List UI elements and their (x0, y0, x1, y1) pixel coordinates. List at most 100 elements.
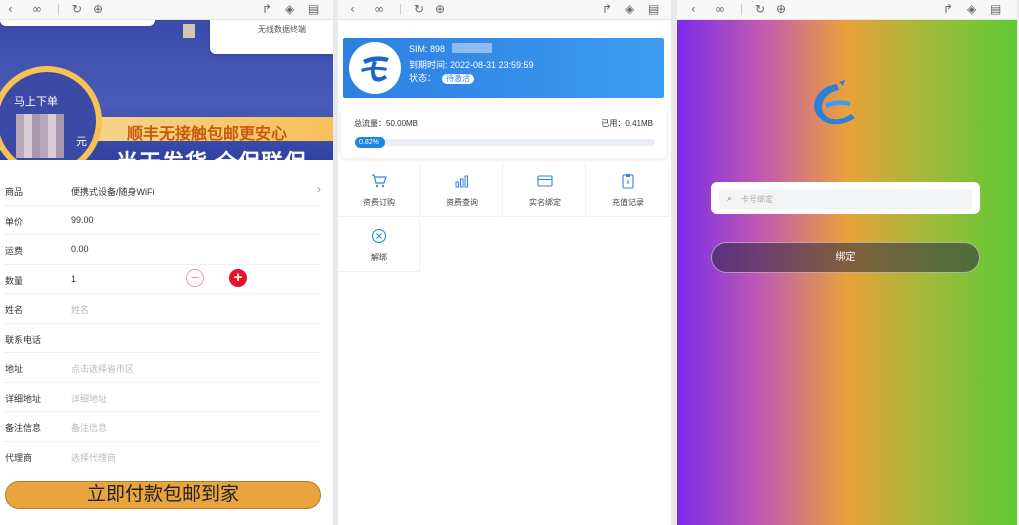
menu-item-realname[interactable]: 实名绑定 (504, 163, 586, 217)
brand-logo-icon (814, 80, 855, 125)
cube-icon[interactable]: ◈ (967, 2, 976, 16)
address-input[interactable]: 详细地址 (71, 392, 107, 405)
field-address[interactable]: 详细地址 详细地址 (4, 383, 321, 412)
sim-info-card: SIM: 898 到期时间: 2022-08-31 23:59:59 状态： 待激… (343, 38, 664, 98)
usage-progress-fill: 0.82% (355, 137, 385, 148)
card-number-input[interactable] (741, 192, 961, 206)
agent-picker[interactable]: 选择代理商 (71, 451, 116, 464)
name-input[interactable]: 姓名 (71, 303, 89, 316)
price-unit: 元 (76, 136, 87, 148)
promo-headline: 当天发货 全保联保 (116, 145, 307, 160)
promo-banner: 无线数据终端 顺丰无接触包邮更安心 当天发货 全保联保 马上下单 元 (0, 20, 333, 160)
browser-toolbar: ‹ ∞ ↻ ⊕ ↱ ◈ ▤ (0, 0, 333, 20)
menu-label: 解绑 (371, 253, 387, 262)
carrier-logo-icon (349, 42, 401, 94)
region-picker[interactable]: 点击选择省市区 (71, 362, 134, 375)
card-icon (537, 175, 553, 187)
device-chip (183, 24, 195, 38)
field-product[interactable]: 商品 便携式设备/随身WiFi › (4, 176, 321, 206)
sim-number: SIM: 898 (409, 44, 446, 54)
share-icon[interactable]: ↱ (943, 2, 953, 16)
bind-panel: ‹ ∞ ↻ ⊕ ↱ ◈ ▤ ⌕ 绑定 (677, 0, 1017, 525)
device-card-label: 无线数据终端 (258, 25, 306, 34)
globe-icon[interactable]: ⊕ (776, 2, 786, 16)
field-region[interactable]: 地址 点击选择省市区 (4, 353, 321, 383)
pay-button[interactable]: 立即付款包邮到家 (5, 481, 321, 509)
banner-pill (0, 20, 155, 26)
field-quantity: 数量 1 − + (4, 265, 321, 294)
usage-progress-bar: 0.82% (355, 137, 655, 148)
back-icon[interactable]: ‹ (350, 2, 355, 16)
card-number-box: ⌕ (711, 182, 980, 214)
field-label: 地址 (5, 364, 24, 374)
device-card: 无线数据终端 (210, 20, 333, 54)
menu-label: 实名绑定 (529, 198, 561, 207)
menu-item-query[interactable]: 资费查询 (421, 163, 503, 217)
refresh-icon[interactable]: ↻ (72, 2, 82, 16)
field-value: 0.00 (71, 244, 89, 254)
globe-icon[interactable]: ⊕ (93, 2, 103, 16)
increase-button[interactable]: + (229, 268, 247, 287)
close-circle-icon (371, 228, 387, 244)
price-title: 马上下单 (14, 96, 58, 108)
field-label: 详细地址 (5, 393, 42, 404)
sim-panel: ‹ ∞ ↻ ⊕ ↱ ◈ ▤ SIM: 898 到期时间: 2022-08-31 … (338, 0, 671, 525)
usage-percent: 0.82% (359, 139, 379, 146)
link-icon[interactable]: ∞ (32, 2, 42, 16)
menu-label: 资费查询 (446, 198, 478, 207)
field-label: 单价 (5, 216, 24, 227)
status-badge: 待激活 (442, 74, 475, 84)
clipboard-icon (622, 174, 634, 189)
sim-status: 状态： 待激活 (409, 71, 475, 84)
refresh-icon[interactable]: ↻ (414, 2, 424, 16)
data-usage-card: 总流量：50.00MB 已用：0.41MB 0.82% (341, 104, 667, 158)
bookmark-icon[interactable]: ▤ (308, 2, 319, 16)
cart-icon (372, 174, 387, 188)
share-icon[interactable]: ↱ (262, 2, 272, 16)
field-agent[interactable]: 代理商 选择代理商 (4, 442, 321, 472)
card-number-field: ⌕ (719, 189, 972, 209)
field-value: 99.00 (71, 214, 94, 225)
remark-input[interactable]: 备注信息 (71, 421, 107, 434)
decrease-button[interactable]: − (186, 268, 204, 287)
menu-item-unbind[interactable]: 解绑 (338, 218, 420, 272)
bookmark-icon[interactable]: ▤ (648, 2, 659, 16)
sim-number-blurred (452, 43, 492, 53)
field-label: 运费 (5, 246, 24, 256)
field-label: 数量 (5, 275, 24, 286)
link-icon[interactable]: ∞ (715, 2, 725, 16)
back-icon[interactable]: ‹ (691, 2, 696, 16)
field-label: 备注信息 (5, 423, 42, 433)
cube-icon[interactable]: ◈ (625, 2, 634, 16)
quantity-value: 1 (71, 273, 77, 284)
refresh-icon[interactable]: ↻ (755, 2, 765, 16)
menu-item-order[interactable]: 资费订购 (338, 163, 420, 217)
browser-toolbar: ‹ ∞ ↻ ⊕ ↱ ◈ ▤ (338, 0, 671, 20)
menu-label: 资费订购 (363, 198, 395, 207)
chevron-right-icon: › (317, 182, 321, 196)
bookmark-icon[interactable]: ▤ (990, 2, 1001, 16)
promo-strip-text: 顺丰无接触包邮更安心 (127, 126, 288, 143)
field-remark[interactable]: 备注信息 备注信息 (4, 412, 321, 442)
field-name[interactable]: 姓名 姓名 (4, 294, 321, 324)
field-shipping: 运费 0.00 (4, 235, 321, 265)
bar-chart-icon (455, 175, 468, 188)
total-data: 总流量：50.00MB (354, 119, 419, 128)
field-value: 便携式设备/随身WiFi (71, 187, 155, 197)
field-price: 单价 99.00 (4, 206, 321, 235)
field-phone[interactable]: 联系电话 (4, 324, 321, 353)
menu-item-recharge[interactable]: 充值记录 (587, 163, 669, 217)
field-label: 姓名 (5, 305, 24, 315)
search-icon: ⌕ (727, 193, 733, 203)
used-data: 已用：0.41MB (601, 119, 653, 128)
link-icon[interactable]: ∞ (374, 2, 384, 16)
order-form: 商品 便携式设备/随身WiFi › 单价 99.00 运费 0.00 数量 1 … (0, 176, 333, 471)
bind-button[interactable]: 绑定 (711, 242, 980, 273)
share-icon[interactable]: ↱ (602, 2, 612, 16)
order-panel: ‹ ∞ ↻ ⊕ ↱ ◈ ▤ 无线数据终端 顺丰无接触包邮更安心 当天发货 全保联… (0, 0, 333, 525)
cube-icon[interactable]: ◈ (285, 2, 294, 16)
menu-label: 充值记录 (612, 198, 644, 207)
globe-icon[interactable]: ⊕ (435, 2, 445, 16)
field-label: 代理商 (5, 452, 33, 463)
back-icon[interactable]: ‹ (8, 2, 13, 16)
